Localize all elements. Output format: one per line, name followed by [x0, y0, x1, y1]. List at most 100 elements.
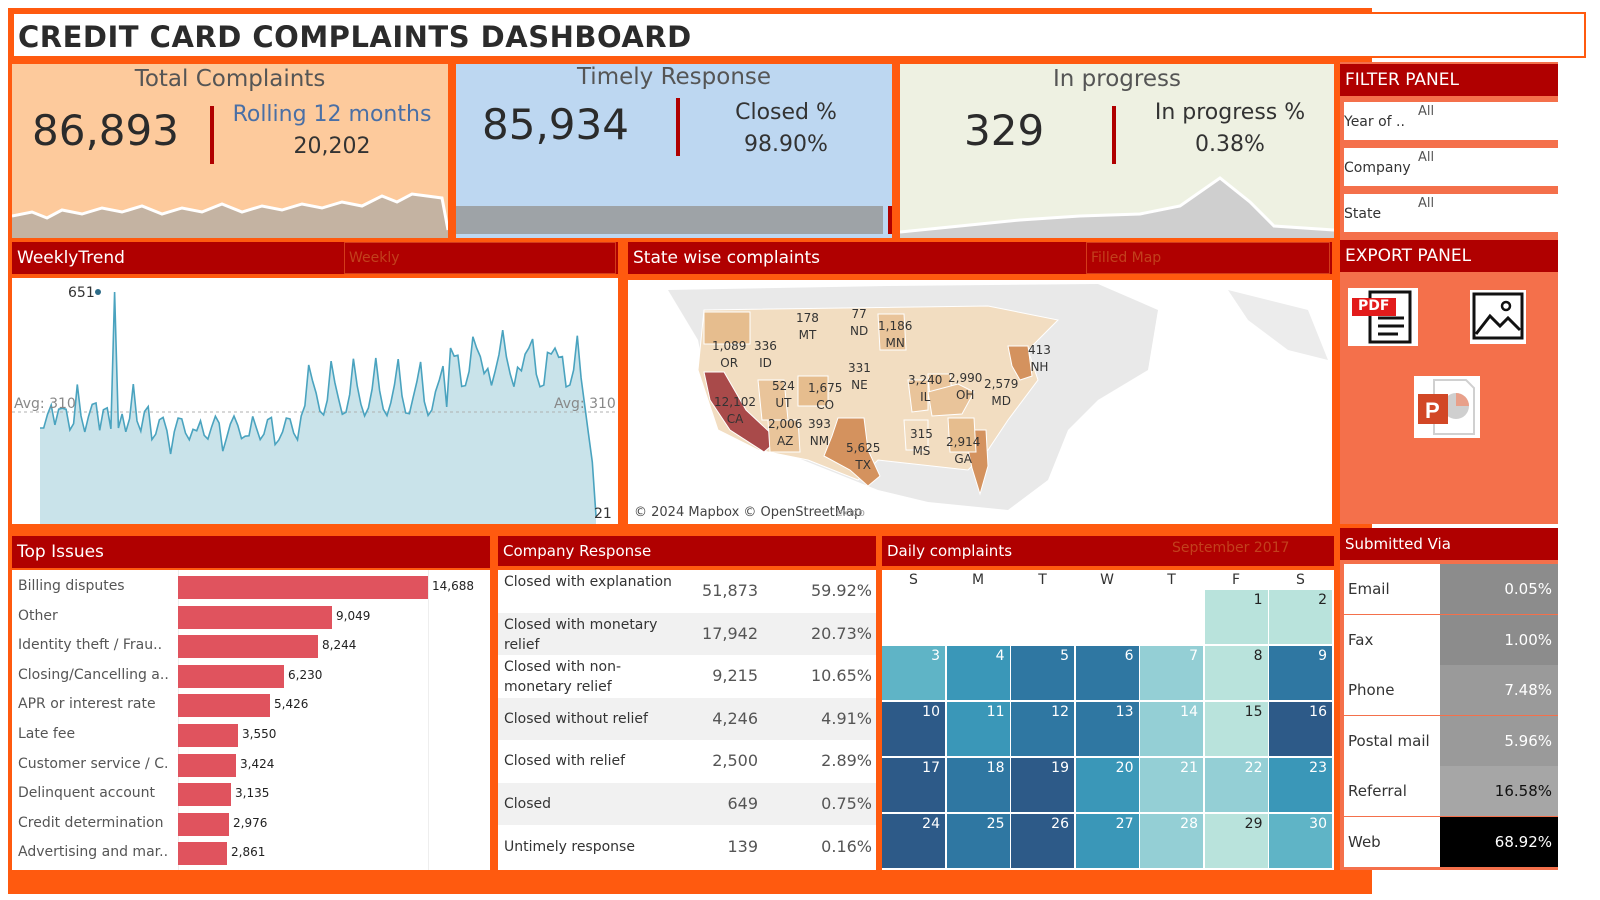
channel-row[interactable]: Fax 1.00%: [1344, 614, 1558, 665]
state-label-oh: 2,990 OH: [948, 371, 983, 402]
response-row[interactable]: Closed with monetary relief 17,942 20.73%: [498, 612, 876, 655]
calendar-day[interactable]: 11: [946, 702, 1010, 756]
weekday-label: T: [1038, 572, 1047, 588]
day-number: 11: [986, 704, 1005, 720]
issue-row[interactable]: Advertising and mar.. 2,861: [18, 839, 486, 867]
calendar-day[interactable]: 8: [1204, 646, 1268, 700]
response-pct: 20.73%: [810, 623, 872, 643]
day-number: 9: [1318, 648, 1327, 664]
calendar-day[interactable]: 21: [1140, 758, 1203, 812]
calendar-day[interactable]: 7: [1140, 646, 1203, 700]
export-pdf-icon[interactable]: PDF: [1348, 288, 1418, 346]
issue-row[interactable]: Delinquent account 3,135: [18, 780, 486, 808]
weekly-area: [40, 292, 596, 524]
kpi-progress-value: 329: [964, 106, 1045, 155]
calendar-day[interactable]: 29: [1204, 814, 1268, 868]
issue-row[interactable]: Closing/Cancelling a.. 6,230: [18, 662, 486, 690]
response-row[interactable]: Untimely response 139 0.16%: [498, 825, 876, 868]
calendar-day[interactable]: 9: [1269, 646, 1332, 700]
map-attribution[interactable]: © 2024 Mapbox © OpenStreetMap: [634, 505, 862, 520]
issue-label: APR or interest rate: [18, 696, 156, 713]
issue-bar: [178, 724, 238, 747]
calendar-day[interactable]: 5: [1011, 646, 1074, 700]
export-image-icon[interactable]: [1470, 290, 1526, 344]
company-response-header: Company Response: [498, 536, 876, 566]
response-row[interactable]: Closed without relief 4,246 4.91%: [498, 697, 876, 740]
channel-label: Web: [1348, 832, 1381, 851]
filter-year[interactable]: Year of .. All: [1344, 102, 1558, 140]
calendar-day[interactable]: 27: [1075, 814, 1139, 868]
issue-value: 3,424: [240, 756, 275, 771]
calendar-day[interactable]: 24: [882, 814, 945, 868]
calendar-day[interactable]: 19: [1011, 758, 1074, 812]
state-label-ga: 2,914 GA: [946, 435, 981, 466]
export-powerpoint-icon[interactable]: P: [1414, 376, 1480, 438]
channel-label: Referral: [1348, 782, 1407, 800]
response-label: Closed with explanation: [504, 574, 672, 590]
issue-row[interactable]: Other 9,049: [18, 603, 486, 631]
day-number: 2: [1318, 592, 1327, 608]
response-label: Untimely response: [504, 838, 635, 855]
calendar-day[interactable]: 20: [1075, 758, 1139, 812]
issue-row[interactable]: Billing disputes 14,688: [18, 573, 486, 601]
calendar-day[interactable]: 6: [1075, 646, 1139, 700]
calendar-day[interactable]: 16: [1269, 702, 1332, 756]
calendar-day[interactable]: 10: [882, 702, 945, 756]
calendar-day[interactable]: 15: [1204, 702, 1268, 756]
day-number: 13: [1115, 704, 1134, 720]
calendar-day[interactable]: 1: [1204, 590, 1268, 644]
response-row[interactable]: Closed with relief 2,500 2.89%: [498, 740, 876, 783]
calendar-day[interactable]: 12: [1011, 702, 1074, 756]
day-number: 15: [1244, 704, 1263, 720]
calendar-day[interactable]: 14: [1140, 702, 1203, 756]
issue-row[interactable]: Late fee 3,550: [18, 721, 486, 749]
day-number: 17: [922, 760, 940, 776]
kpi-timely-value: 85,934: [482, 100, 629, 149]
channel-row[interactable]: Phone 7.48%: [1344, 665, 1558, 715]
filter-company-value: All: [1418, 150, 1435, 165]
calendar-day[interactable]: 2: [1269, 590, 1332, 644]
weekly-dropdown[interactable]: Weekly: [344, 242, 616, 274]
state-map[interactable]: 178 MT 77 ND 1,186 MN 1,089 OR 336 ID 331 NE 413 NH 52…: [628, 280, 1332, 524]
calendar-day[interactable]: 4: [946, 646, 1010, 700]
calendar-day[interactable]: 22: [1204, 758, 1268, 812]
state-label-ut: 524 UT: [772, 379, 795, 410]
calendar-day[interactable]: 13: [1075, 702, 1139, 756]
kpi-divider: [210, 106, 214, 164]
response-pct: 0.75%: [821, 794, 872, 813]
day-number: 28: [1180, 816, 1198, 832]
calendar-day[interactable]: 25: [946, 814, 1010, 868]
issue-row[interactable]: Identity theft / Frau.. 8,244: [18, 632, 486, 660]
issue-value: 14,688: [432, 579, 474, 593]
calendar-day[interactable]: 23: [1269, 758, 1332, 812]
channel-row[interactable]: Postal mail 5.96%: [1344, 715, 1558, 766]
calendar-day[interactable]: 18: [946, 758, 1010, 812]
map-type-dropdown[interactable]: Filled Map: [1086, 242, 1330, 274]
filter-company[interactable]: Company All: [1344, 148, 1558, 186]
calendar-day[interactable]: 3: [882, 646, 945, 700]
calendar-day[interactable]: 30: [1269, 814, 1332, 868]
response-row[interactable]: Closed with non-monetary relief 9,215 10.6…: [498, 655, 876, 698]
calendar-day[interactable]: 17: [882, 758, 945, 812]
response-row[interactable]: Closed 649 0.75%: [498, 783, 876, 825]
response-count: 139: [727, 836, 758, 856]
response-row[interactable]: Closed with explanation 51,873 59.92%: [498, 570, 876, 612]
kpi-rolling-label: Rolling 12 months: [232, 102, 432, 127]
calendar-day[interactable]: 28: [1140, 814, 1203, 868]
channel-row[interactable]: Email 0.05%: [1344, 564, 1558, 614]
kpi-progress-title: In progress: [1053, 66, 1181, 92]
daily-complaints-header: Daily complaints September 2017: [882, 536, 1334, 566]
day-number: 21: [1180, 760, 1198, 776]
issue-row[interactable]: APR or interest rate 5,426: [18, 691, 486, 719]
calendar-day[interactable]: 26: [1011, 814, 1074, 868]
filter-state[interactable]: State All: [1344, 194, 1558, 232]
channel-row[interactable]: Web 68.92%: [1344, 816, 1558, 867]
weekly-trend-header: WeeklyTrend Weekly: [12, 242, 618, 274]
channel-row[interactable]: Referral 16.58%: [1344, 766, 1558, 816]
progress-remainder: [888, 206, 892, 234]
issue-row[interactable]: Customer service / C.. 3,424: [18, 751, 486, 779]
day-number: 8: [1253, 648, 1263, 664]
issue-row[interactable]: Credit determination 2,976: [18, 810, 486, 838]
day-number: 26: [1051, 816, 1069, 832]
kpi-rolling-value: 20,202: [293, 134, 371, 159]
